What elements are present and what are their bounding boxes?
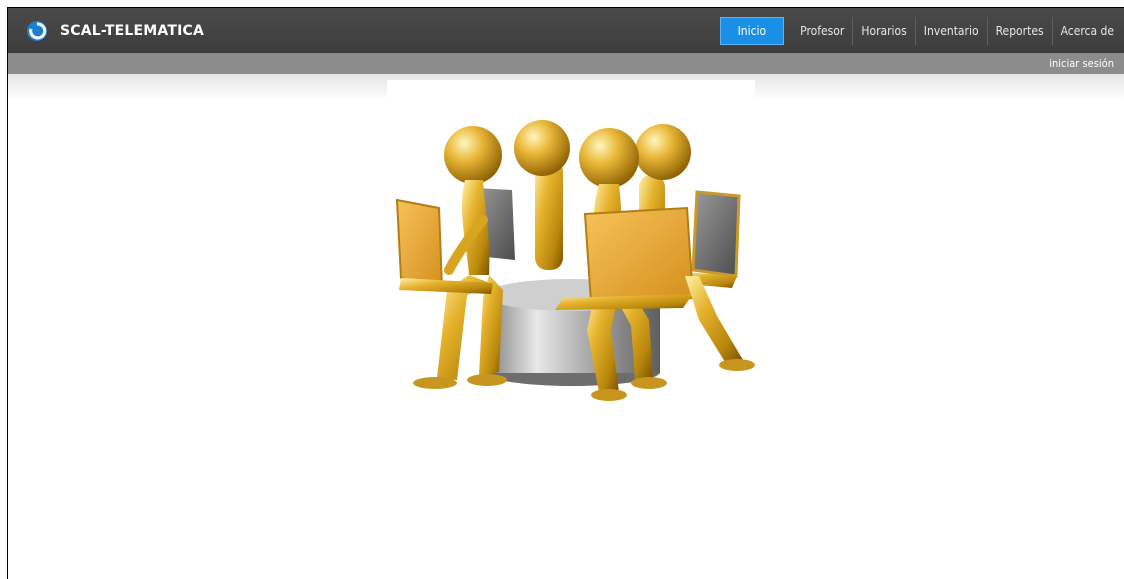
nav-item-acerca-de[interactable]: Acerca de xyxy=(1051,17,1122,45)
top-navbar: SCAL-TELEMATICA Inicio Profesor Horarios… xyxy=(8,8,1124,54)
team-computers-illustration xyxy=(395,120,755,401)
hero-image xyxy=(387,80,755,410)
app-window: SCAL-TELEMATICA Inicio Profesor Horarios… xyxy=(7,7,1124,579)
nav-item-horarios[interactable]: Horarios xyxy=(852,17,914,45)
nav-item-inicio[interactable]: Inicio xyxy=(719,17,785,45)
nav-item-profesor[interactable]: Profesor xyxy=(792,17,852,45)
main-nav: Inicio Profesor Horarios Inventario Repo… xyxy=(719,17,1122,45)
brand-title: SCAL-TELEMATICA xyxy=(60,23,205,39)
login-link[interactable]: iniciar sesión xyxy=(1049,57,1114,70)
nav-item-inventario[interactable]: Inventario xyxy=(914,17,987,45)
nav-item-reportes[interactable]: Reportes xyxy=(986,17,1052,45)
login-bar: iniciar sesión xyxy=(8,54,1124,74)
brand[interactable]: SCAL-TELEMATICA xyxy=(26,18,204,44)
logo-icon xyxy=(27,21,47,41)
